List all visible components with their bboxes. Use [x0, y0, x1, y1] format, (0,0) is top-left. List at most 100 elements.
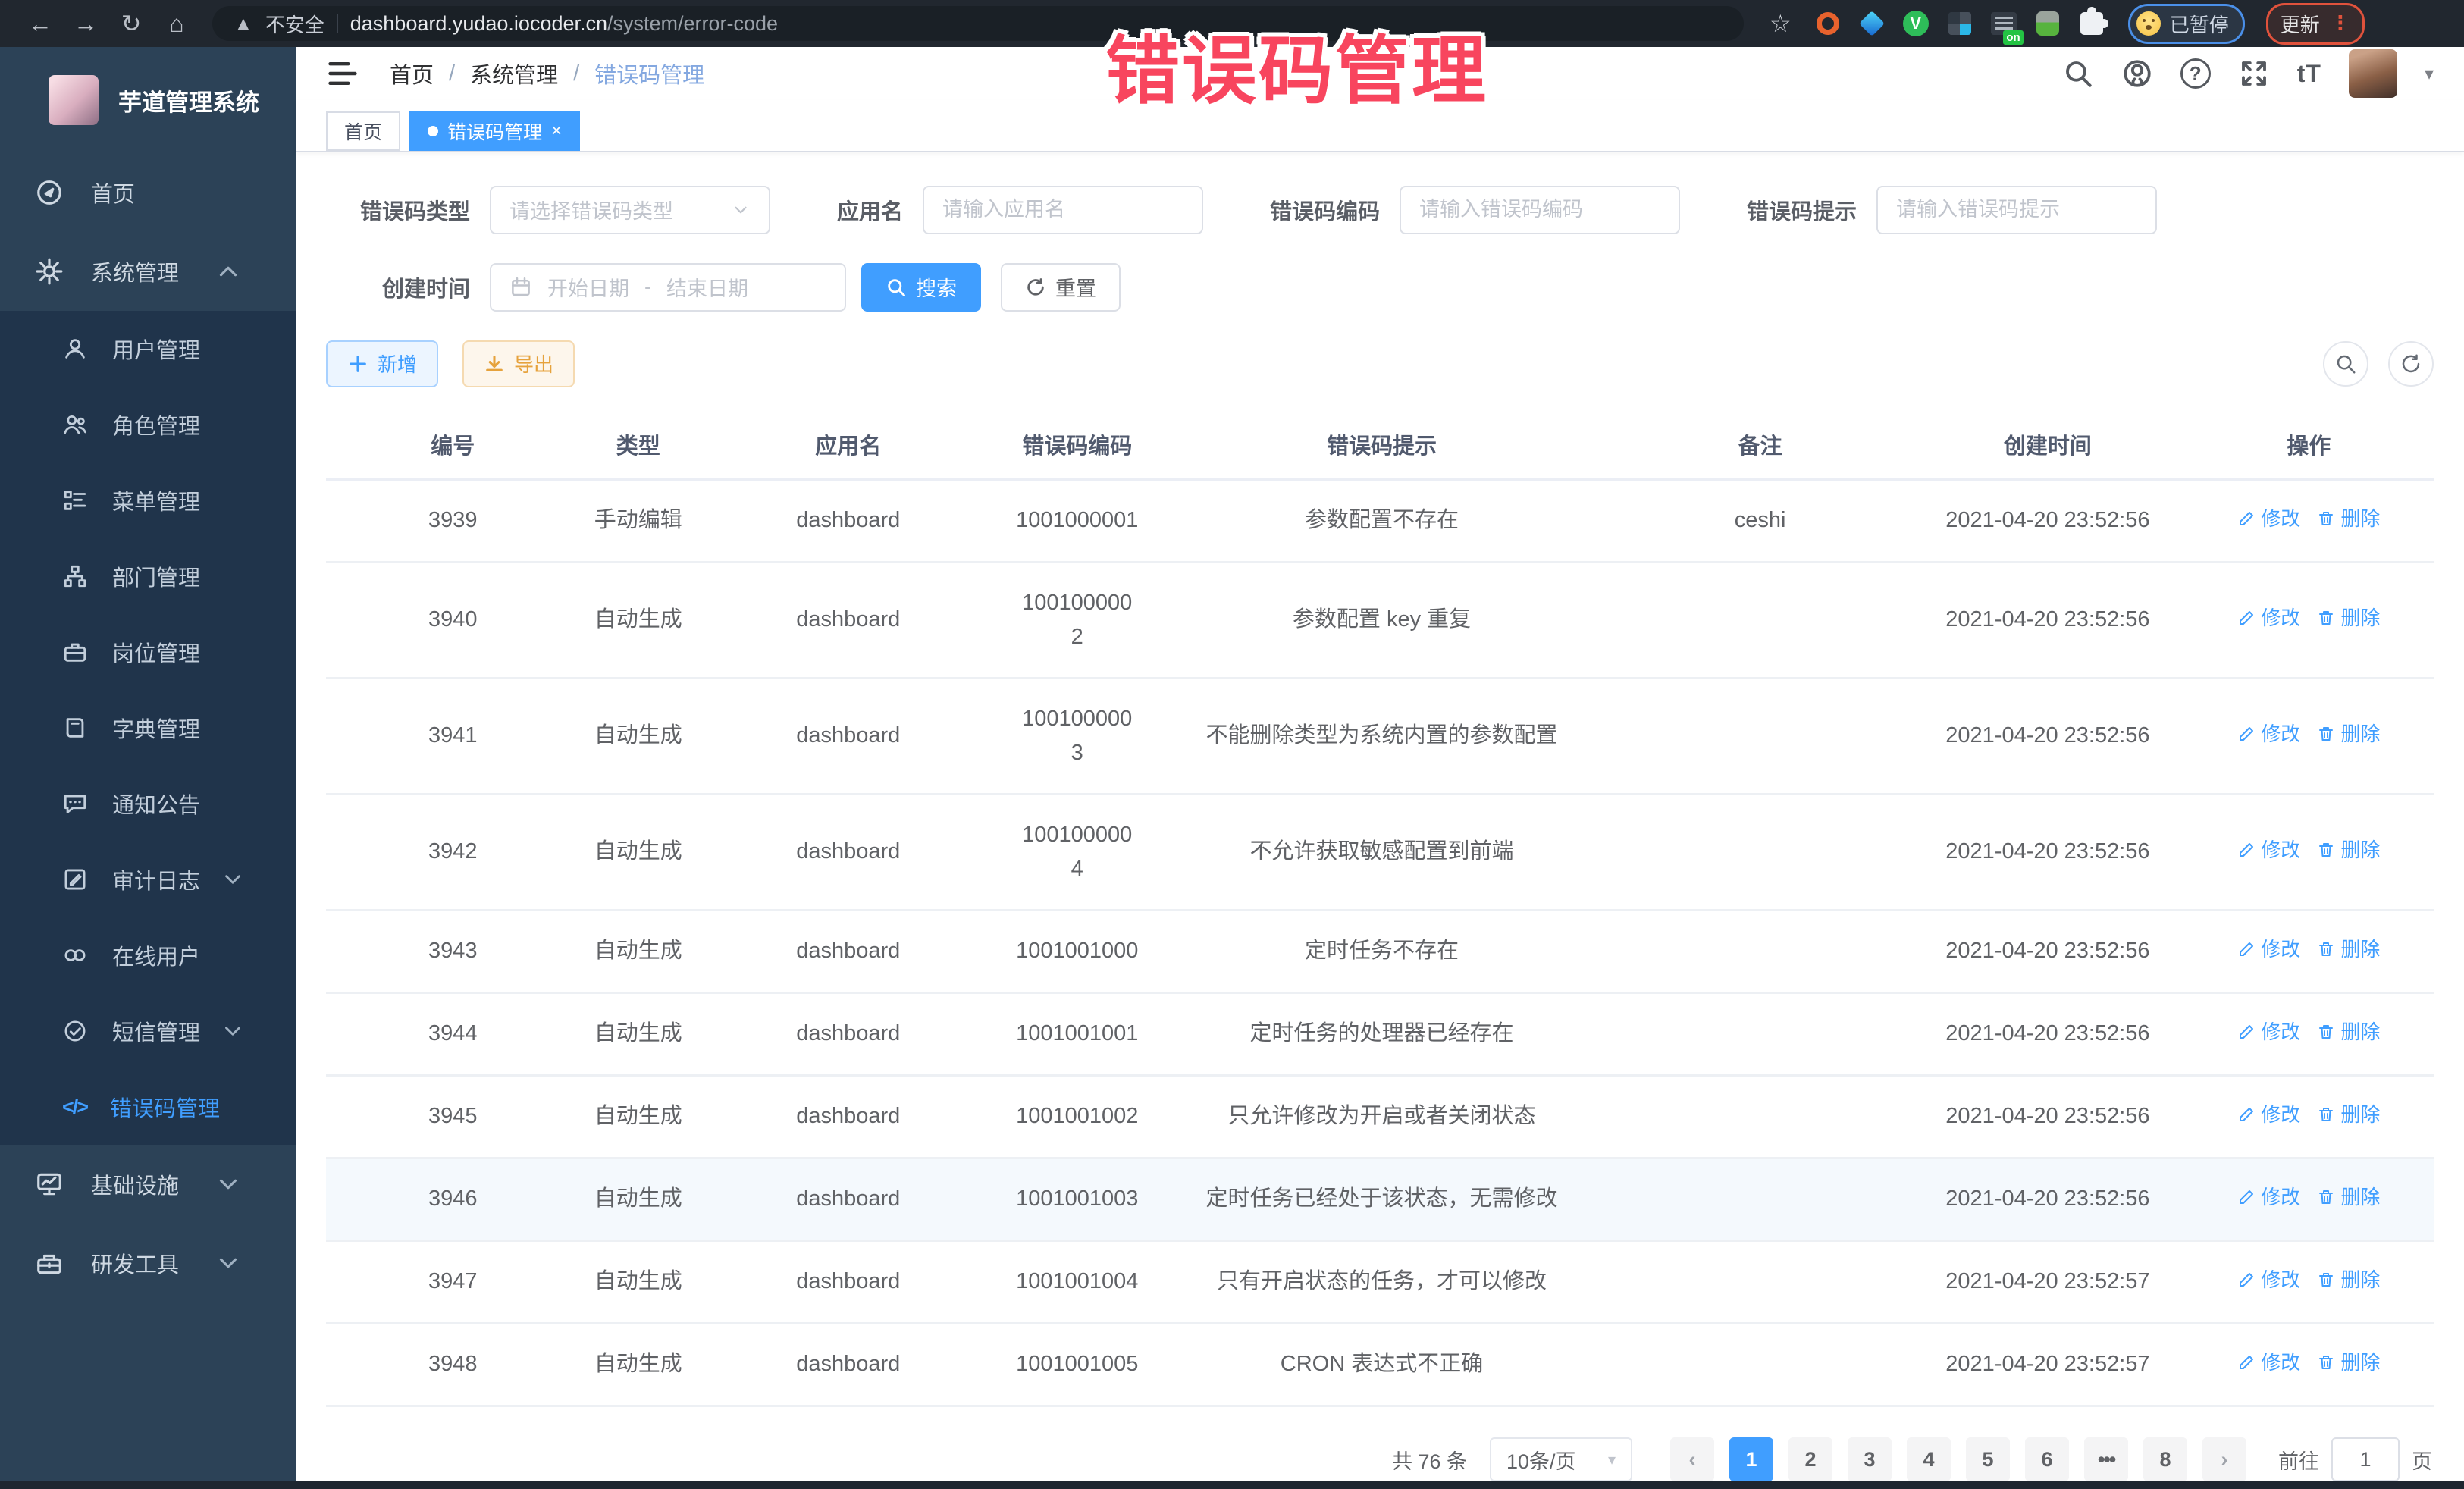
page-button-1[interactable]: 1 — [1729, 1437, 1773, 1481]
page-button-4[interactable]: 4 — [1907, 1437, 1951, 1481]
edit-link[interactable]: 修改 — [2237, 719, 2300, 749]
home-icon[interactable]: ⌂ — [156, 0, 197, 47]
search-button[interactable]: 搜索 — [861, 263, 981, 312]
sidebar-item-home[interactable]: 首页 — [0, 153, 296, 232]
delete-link[interactable]: 删除 — [2317, 603, 2380, 633]
back-icon[interactable]: ← — [20, 0, 61, 47]
table-row: 3945自动生成dashboard1001001002只允许修改为开启或者关闭状… — [326, 1077, 2434, 1159]
close-icon[interactable]: × — [551, 121, 562, 142]
edit-link[interactable]: 修改 — [2237, 1017, 2300, 1047]
url-domain[interactable]: dashboard.yudao.iocoder.cn — [350, 12, 607, 35]
sidebar-item-label: 错误码管理 — [110, 1091, 220, 1123]
fullscreen-icon[interactable] — [2238, 58, 2270, 89]
prev-page-button[interactable]: ‹ — [1670, 1437, 1714, 1481]
profile-paused-pill[interactable]: 已暂停 — [2128, 4, 2245, 44]
reset-button[interactable]: 重置 — [1001, 263, 1121, 312]
delete-link[interactable]: 删除 — [2317, 719, 2380, 749]
error-hint-input[interactable] — [1896, 198, 2137, 221]
dict-icon — [62, 715, 88, 741]
extension-list-icon[interactable]: on — [1990, 10, 2017, 37]
breadcrumb-system[interactable]: 系统管理 — [470, 58, 558, 89]
delete-link[interactable]: 删除 — [2317, 1099, 2380, 1130]
page-button-6[interactable]: 6 — [2025, 1437, 2069, 1481]
github-icon[interactable] — [2121, 58, 2153, 89]
sidebar-item-dev-tools[interactable]: 研发工具 — [0, 1224, 296, 1302]
sidebar-item-infrastructure[interactable]: 基础设施 — [0, 1145, 296, 1224]
delete-link[interactable]: 删除 — [2317, 835, 2380, 865]
sidebar-item-error-code[interactable]: </> 错误码管理 — [0, 1069, 296, 1145]
security-label[interactable]: 不安全 — [265, 10, 324, 38]
tab-error-code[interactable]: 错误码管理 × — [409, 111, 580, 151]
page-button-3[interactable]: 3 — [1848, 1437, 1892, 1481]
sidebar-item-audit-log[interactable]: 审计日志 — [0, 842, 296, 917]
error-code-input[interactable] — [1419, 198, 1660, 221]
address-bar[interactable]: ▲ 不安全 dashboard.yudao.iocoder.cn/system/… — [212, 6, 1744, 41]
extension-green-v-icon[interactable]: V — [1902, 10, 1930, 37]
page-ellipsis[interactable]: ••• — [2084, 1437, 2128, 1481]
add-button[interactable]: 新增 — [326, 340, 438, 387]
sidebar-item-system[interactable]: 系统管理 — [0, 232, 296, 311]
forward-icon[interactable]: → — [65, 0, 106, 47]
page-size-select[interactable]: 10条/页 ▾ — [1490, 1437, 1632, 1481]
extension-orange-icon[interactable] — [1814, 10, 1842, 37]
page-button-8[interactable]: 8 — [2143, 1437, 2187, 1481]
toggle-search-button[interactable] — [2323, 341, 2368, 387]
export-button[interactable]: 导出 — [462, 340, 575, 387]
error-type-select[interactable]: 请选择错误码类型 — [490, 186, 770, 234]
sidebar-item-online-users[interactable]: 在线用户 — [0, 917, 296, 993]
edit-link[interactable]: 修改 — [2237, 1347, 2300, 1378]
delete-link[interactable]: 删除 — [2317, 503, 2380, 534]
sidebar-item-users[interactable]: 用户管理 — [0, 311, 296, 387]
edit-link[interactable]: 修改 — [2237, 1265, 2300, 1295]
reload-icon[interactable]: ↻ — [111, 0, 152, 47]
edit-link[interactable]: 修改 — [2237, 934, 2300, 964]
bookmark-star-icon[interactable]: ☆ — [1770, 9, 1792, 38]
edit-link[interactable]: 修改 — [2237, 603, 2300, 633]
user-icon — [62, 336, 88, 362]
refresh-table-button[interactable] — [2388, 341, 2434, 387]
sidebar-item-label: 系统管理 — [91, 255, 179, 287]
sidebar-item-notices[interactable]: 通知公告 — [0, 766, 296, 842]
edit-link[interactable]: 修改 — [2237, 1099, 2300, 1130]
sidebar-item-roles[interactable]: 角色管理 — [0, 387, 296, 462]
delete-link[interactable]: 删除 — [2317, 1017, 2380, 1047]
app-name-input[interactable] — [942, 198, 1183, 221]
user-avatar[interactable] — [2349, 49, 2397, 98]
tab-home[interactable]: 首页 — [326, 111, 400, 151]
font-size-icon[interactable]: tT — [2297, 60, 2321, 88]
extensions-puzzle-icon[interactable] — [2078, 10, 2105, 37]
sidebar-item-dicts[interactable]: 字典管理 — [0, 690, 296, 766]
sidebar-item-depts[interactable]: 部门管理 — [0, 538, 296, 614]
goto-page-input[interactable] — [2331, 1437, 2400, 1481]
browser-update-button[interactable]: 更新 ⋮ — [2266, 3, 2365, 45]
breadcrumb-home[interactable]: 首页 — [390, 58, 434, 89]
date-range-picker[interactable]: 开始日期 - 结束日期 — [490, 263, 846, 312]
delete-link[interactable]: 删除 — [2317, 1182, 2380, 1212]
delete-link[interactable]: 删除 — [2317, 934, 2380, 964]
sidebar-item-sms[interactable]: 短信管理 — [0, 993, 296, 1069]
calendar-icon — [509, 276, 532, 299]
delete-link[interactable]: 删除 — [2317, 1265, 2380, 1295]
page-button-5[interactable]: 5 — [1966, 1437, 2010, 1481]
help-icon[interactable]: ? — [2180, 58, 2211, 89]
more-menu-icon[interactable]: ⋮ — [2331, 17, 2350, 30]
delete-link[interactable]: 删除 — [2317, 1347, 2380, 1378]
edit-link[interactable]: 修改 — [2237, 835, 2300, 865]
extension-gem-icon[interactable] — [1858, 10, 1886, 37]
edit-link[interactable]: 修改 — [2237, 1182, 2300, 1212]
app-logo[interactable]: 芋道管理系统 — [0, 47, 296, 153]
menu-fold-icon[interactable] — [326, 57, 359, 90]
trash-icon — [2317, 609, 2335, 627]
total-count: 共 76 条 — [1392, 1445, 1467, 1475]
extension-key-icon[interactable] — [2034, 10, 2061, 37]
edit-link[interactable]: 修改 — [2237, 503, 2300, 534]
annotation-text: 错误码管理 — [1105, 11, 1488, 118]
sidebar-item-menus[interactable]: 菜单管理 — [0, 462, 296, 538]
page-button-2[interactable]: 2 — [1788, 1437, 1832, 1481]
next-page-button[interactable]: › — [2202, 1437, 2246, 1481]
chevron-down-icon: ▾ — [1608, 1450, 1616, 1469]
sidebar-item-posts[interactable]: 岗位管理 — [0, 614, 296, 690]
search-icon[interactable] — [2062, 58, 2094, 89]
extension-grid-icon[interactable] — [1946, 10, 1973, 37]
caret-down-icon[interactable]: ▾ — [2425, 63, 2434, 85]
